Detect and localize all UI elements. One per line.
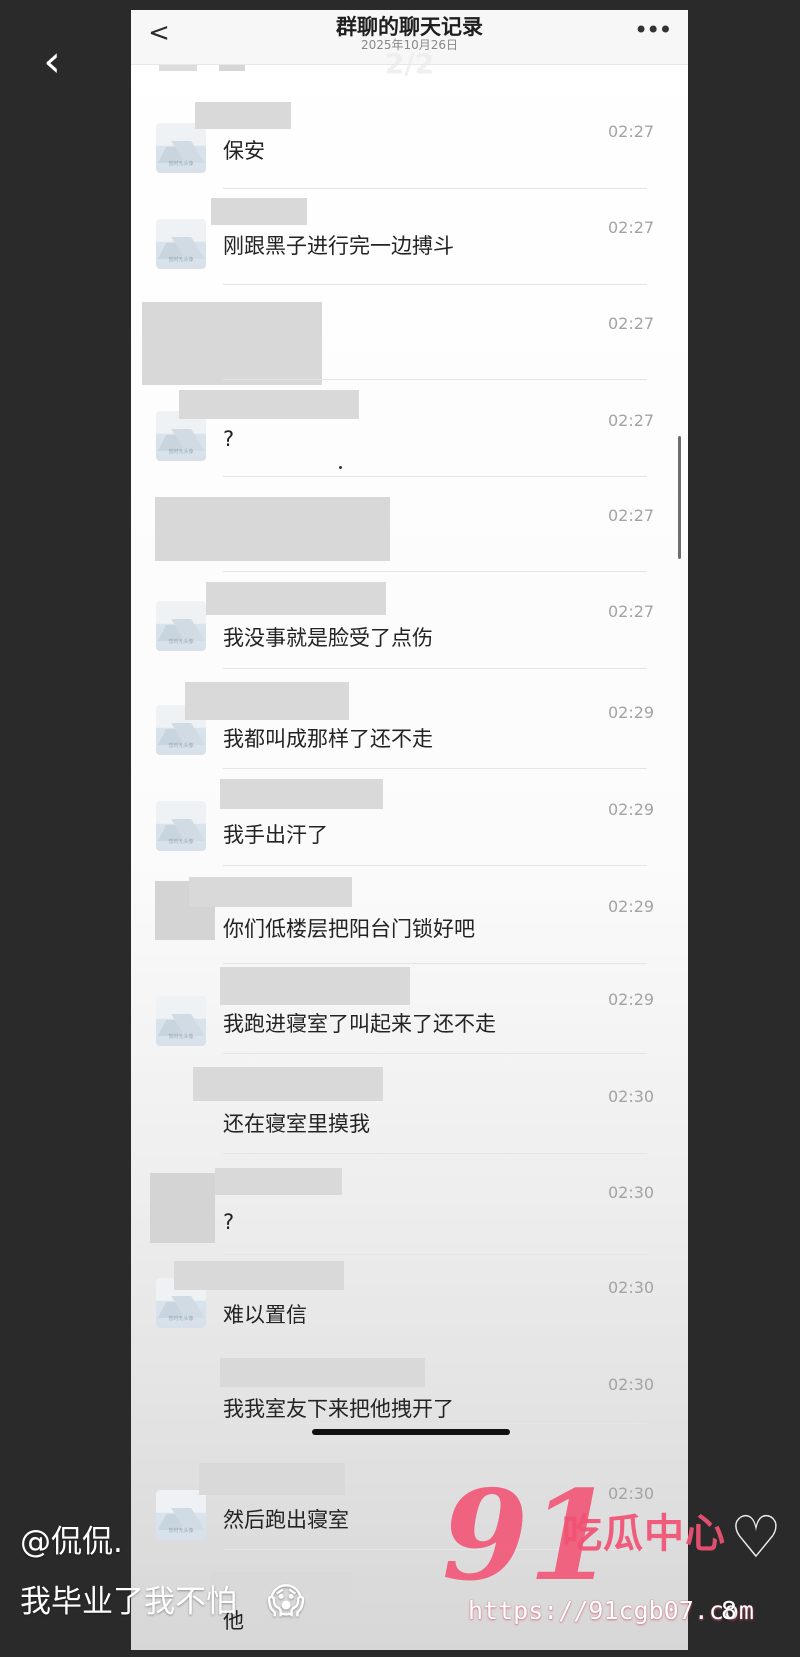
chat-message[interactable]: 你们低楼层把阳台门锁好吧 02:29 bbox=[131, 877, 688, 969]
chat-message[interactable]: 暂时无头像 刚跟黑子进行完一边搏斗 02:27 bbox=[131, 198, 688, 290]
avatar: 暂时无头像 bbox=[156, 123, 206, 173]
message-separator bbox=[223, 1347, 647, 1348]
message-time: 02:30 bbox=[608, 1375, 655, 1394]
chat-message[interactable]: 暂时无头像 我手出汗了 02:29 bbox=[131, 779, 688, 871]
chat-message[interactable]: 暂时无头像 我跑进寝室了叫起来了还不走 02:29 bbox=[131, 967, 688, 1059]
message-time: 02:29 bbox=[608, 990, 655, 1009]
chat-scrollbar[interactable] bbox=[678, 436, 681, 559]
message-time: 02:29 bbox=[608, 897, 655, 916]
chat-message[interactable]: 02:27 bbox=[131, 293, 688, 385]
message-separator bbox=[223, 379, 647, 380]
redacted-sender-name bbox=[220, 1358, 425, 1387]
redacted-avatar bbox=[150, 1173, 215, 1243]
avatar-caption: 暂时无头像 bbox=[168, 1034, 194, 1040]
avatar-caption: 暂时无头像 bbox=[168, 639, 194, 645]
message-separator bbox=[223, 865, 647, 866]
message-time: 02:29 bbox=[608, 800, 655, 819]
message-text: 我我室友下来把他拽开了 bbox=[223, 1397, 454, 1421]
message-text: 还在寝室里摸我 bbox=[223, 1112, 370, 1136]
avatar: 暂时无头像 bbox=[156, 601, 206, 651]
home-indicator[interactable] bbox=[312, 1429, 510, 1435]
message-separator bbox=[223, 571, 647, 572]
chat-message[interactable]: 暂时无头像 我都叫成那样了还不走 02:29 bbox=[131, 682, 688, 774]
redacted-sender-name bbox=[195, 102, 291, 129]
message-text: 你们低楼层把阳台门锁好吧 bbox=[223, 917, 475, 941]
redacted-sender-name bbox=[189, 877, 352, 907]
message-text: 保安 bbox=[223, 139, 265, 163]
redacted-sender-name bbox=[185, 682, 349, 720]
message-time: 02:30 bbox=[608, 1278, 655, 1297]
redacted-sender-name bbox=[199, 1463, 345, 1495]
message-time: 02:27 bbox=[608, 602, 655, 621]
video-caption: @侃侃. 我毕业了我不怕 😱 bbox=[20, 1522, 320, 1634]
redacted-message-block bbox=[142, 302, 322, 385]
chat-message[interactable]: ? 02:30 bbox=[131, 1168, 688, 1260]
message-separator bbox=[223, 768, 647, 769]
message-time: 02:27 bbox=[608, 122, 655, 141]
chat-message[interactable]: 暂时无头像 我没事就是脸受了点伤 02:27 bbox=[131, 582, 688, 674]
back-icon[interactable]: ‹ bbox=[30, 40, 74, 84]
message-separator bbox=[223, 188, 647, 189]
avatar-caption: 暂时无头像 bbox=[168, 161, 194, 167]
redacted-sender-name bbox=[174, 1261, 344, 1290]
message-time: 02:27 bbox=[608, 411, 655, 430]
page-counter: 2/2 bbox=[384, 47, 435, 80]
message-separator bbox=[223, 1254, 647, 1255]
avatar-caption: 暂时无头像 bbox=[168, 449, 194, 455]
avatar-caption: 暂时无头像 bbox=[168, 839, 194, 845]
like-count: 8 bbox=[721, 1596, 737, 1625]
message-separator bbox=[223, 1423, 647, 1424]
redacted-message-block bbox=[155, 497, 390, 561]
avatar: 暂时无头像 bbox=[156, 219, 206, 269]
message-text: ? bbox=[223, 1210, 235, 1234]
message-time: 02:30 bbox=[608, 1087, 655, 1106]
chat-message[interactable]: 暂时无头像 保安 02:27 bbox=[131, 102, 688, 194]
message-separator bbox=[223, 668, 647, 669]
message-text: 刚跟黑子进行完一边搏斗 bbox=[223, 234, 454, 258]
message-text: 我手出汗了 bbox=[223, 823, 328, 847]
redacted-sender-name bbox=[220, 779, 383, 809]
chat-message[interactable]: 还在寝室里摸我 02:30 bbox=[131, 1067, 688, 1159]
redacted-sender-name bbox=[179, 390, 359, 419]
redacted-sender-name bbox=[215, 1168, 342, 1195]
chat-title: 群聊的聊天记录 bbox=[336, 15, 483, 39]
chat-message[interactable]: 我我室友下来把他拽开了 02:30 bbox=[131, 1358, 688, 1450]
message-time: 02:30 bbox=[608, 1183, 655, 1202]
heart-icon[interactable]: ♡ bbox=[730, 1508, 782, 1566]
message-time: 02:27 bbox=[608, 506, 655, 525]
message-separator bbox=[223, 1053, 647, 1054]
message-text: ? bbox=[223, 427, 235, 451]
caption-username[interactable]: @侃侃. bbox=[20, 1522, 123, 1562]
message-text: 难以置信 bbox=[223, 1303, 307, 1327]
redacted-sender-name bbox=[211, 198, 307, 225]
shocked-face-icon: 😱 bbox=[267, 1581, 305, 1622]
message-separator bbox=[223, 476, 647, 477]
chat-record-screen[interactable]: < 群聊的聊天记录 2025年10月26日 ••• 2/2 暂时无头像 保安 0… bbox=[131, 10, 688, 1650]
message-time: 02:29 bbox=[608, 703, 655, 722]
message-separator bbox=[223, 284, 647, 285]
message-separator bbox=[223, 963, 647, 964]
message-time: 02:30 bbox=[608, 1484, 655, 1503]
avatar-caption: 暂时无头像 bbox=[168, 743, 194, 749]
chat-message[interactable]: 02:27 bbox=[131, 485, 688, 577]
screenshot-stage: ‹ < 群聊的聊天记录 2025年10月26日 ••• 2/2 暂时无头像 保安… bbox=[0, 0, 800, 1657]
redacted-sender-name bbox=[206, 582, 386, 615]
message-time: 02:27 bbox=[608, 218, 655, 237]
avatar: 暂时无头像 bbox=[156, 996, 206, 1046]
message-text: 我没事就是脸受了点伤 bbox=[223, 626, 433, 650]
avatar: 暂时无头像 bbox=[156, 801, 206, 851]
avatar-caption: 暂时无头像 bbox=[168, 1316, 194, 1322]
message-text: 我都叫成那样了还不走 bbox=[223, 727, 433, 751]
chat-message[interactable]: 暂时无头像 难以置信 02:30 bbox=[131, 1261, 688, 1353]
redacted-sender-name bbox=[220, 967, 410, 1005]
caption-text: 我毕业了我不怕 bbox=[20, 1584, 237, 1620]
message-text: 我跑进寝室了叫起来了还不走 bbox=[223, 1012, 496, 1036]
message-time: 02:27 bbox=[608, 314, 655, 333]
redacted-sender-name bbox=[193, 1067, 383, 1101]
avatar-caption: 暂时无头像 bbox=[168, 257, 194, 263]
message-separator bbox=[223, 1153, 647, 1154]
chat-message[interactable]: 暂时无头像 ? 02:27 bbox=[131, 390, 688, 482]
screen-dust bbox=[339, 466, 342, 469]
